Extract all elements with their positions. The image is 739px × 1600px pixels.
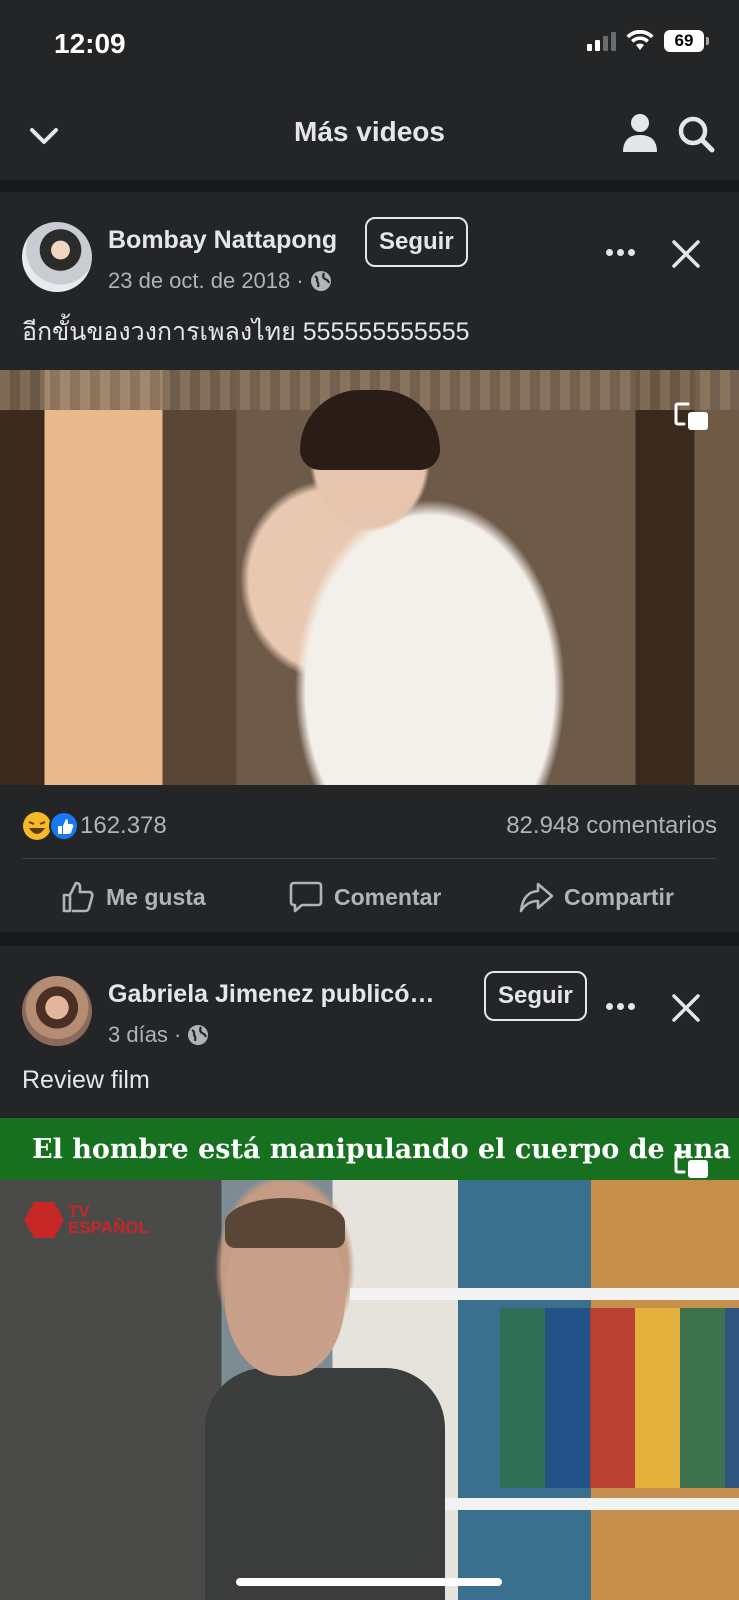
post-caption: Review film (22, 1066, 150, 1094)
comment-label: Comentar (334, 883, 442, 910)
post-meta: 23 de oct. de 2018 · (108, 268, 332, 294)
avatar[interactable] (22, 222, 92, 292)
post-actions: Me gusta Comentar Compartir (0, 862, 739, 932)
signal-icon (587, 31, 616, 51)
post-meta: 3 días · (108, 1022, 209, 1048)
post-stats: 162.378 82.948 comentarios (22, 806, 717, 846)
more-options-icon[interactable] (606, 244, 642, 260)
home-indicator[interactable] (236, 1578, 502, 1586)
battery-icon: 69 (664, 30, 709, 52)
status-icons: 69 (587, 30, 709, 52)
share-icon (519, 882, 554, 913)
globe-icon (188, 1025, 209, 1045)
comment-count[interactable]: 82.948 comentarios (506, 812, 717, 840)
search-icon[interactable] (676, 114, 716, 154)
globe-icon (310, 271, 331, 291)
like-icon (62, 881, 94, 913)
video-player[interactable]: El hombre está manipulando el cuerpo de … (0, 1118, 739, 1600)
post-date: 23 de oct. de 2018 · (108, 268, 304, 293)
video-banner-text: El hombre está manipulando el cuerpo de … (0, 1118, 739, 1180)
share-label: Compartir (564, 883, 674, 910)
reactions-icon[interactable] (22, 810, 80, 842)
follow-button[interactable]: Seguir (365, 217, 468, 267)
post-author[interactable]: Bombay Nattapong (108, 226, 337, 255)
close-icon[interactable] (666, 988, 706, 1028)
follow-button[interactable]: Seguir (484, 971, 587, 1021)
status-bar: 12:09 69 (0, 0, 739, 90)
like-label: Me gusta (106, 883, 206, 910)
close-icon[interactable] (666, 234, 706, 274)
channel-logo: TV ESPAÑOL (24, 1202, 149, 1238)
video-player[interactable] (0, 370, 739, 785)
post-date: 3 días · (108, 1022, 182, 1047)
status-time: 12:09 (54, 28, 126, 59)
like-button[interactable]: Me gusta (60, 862, 206, 932)
picture-in-picture-icon[interactable] (674, 1148, 710, 1180)
battery-level: 69 (664, 30, 704, 52)
reaction-count[interactable]: 162.378 (80, 812, 167, 840)
wifi-icon (626, 30, 654, 50)
more-options-icon[interactable] (606, 998, 642, 1014)
picture-in-picture-icon[interactable] (674, 400, 710, 432)
share-button[interactable]: Compartir (518, 862, 674, 932)
profile-icon[interactable] (620, 112, 660, 154)
avatar[interactable] (22, 976, 92, 1046)
divider (22, 858, 717, 859)
post-author[interactable]: Gabriela Jimenez publicó… (108, 980, 434, 1009)
post-card: Gabriela Jimenez publicó… 3 días · Segui… (0, 946, 739, 1600)
comment-button[interactable]: Comentar (288, 862, 441, 932)
post-caption: อีกขั้นของวงการเพลงไทย 555555555555 (22, 318, 470, 346)
comment-icon (289, 881, 323, 913)
nav-bar: Más videos (0, 90, 739, 180)
post-card: Bombay Nattapong 23 de oct. de 2018 · Se… (0, 192, 739, 932)
